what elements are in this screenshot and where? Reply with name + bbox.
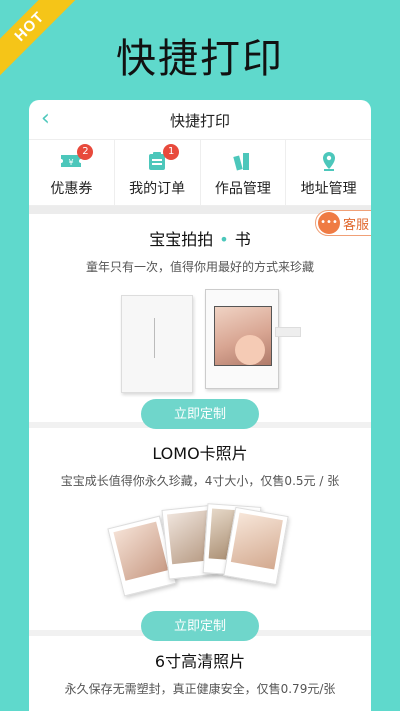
product-6inch: 6寸高清照片 永久保存无需塑封，真正健康安全，仅售0.79元/张: [29, 636, 371, 711]
quick-works[interactable]: 作品管理: [201, 140, 287, 205]
product-title-part: 宝宝拍拍: [149, 230, 214, 249]
chat-icon: •••: [318, 212, 340, 234]
product-description: 童年只有一次，值得你用最好的方式来珍藏: [85, 260, 314, 274]
product-description: 宝宝成长值得你永久珍藏，4寸大小，仅售0.5元 / 张: [60, 474, 340, 488]
location-icon: [322, 152, 335, 171]
orders-badge: 1: [163, 144, 180, 160]
product-lomo: LOMO卡照片 宝宝成长值得你永久珍藏，4寸大小，仅售0.5元 / 张 立即定制: [29, 428, 371, 641]
customer-service-button[interactable]: ••• 客服: [315, 210, 371, 236]
svg-text:¥: ¥: [69, 158, 74, 167]
product-description: 永久保存无需塑封，真正健康安全，仅售0.79元/张: [64, 682, 336, 696]
customize-button[interactable]: 立即定制: [141, 399, 259, 429]
quick-coupon[interactable]: ¥ 2 优惠券: [29, 140, 115, 205]
product-title-part: 书: [234, 230, 251, 249]
navbar: ‹ 快捷打印: [29, 100, 371, 140]
product-baby-book: 宝宝拍拍 • 书 童年只有一次，值得你用最好的方式来珍藏 立即定制: [29, 214, 371, 429]
baby-photo: [214, 306, 272, 366]
product-title: LOMO卡照片: [152, 444, 248, 463]
phone-screen: ‹ 快捷打印 ¥ 2 优惠券 1 我的订单 作品管理 地址管理 宝宝拍拍 • 书…: [29, 100, 371, 711]
lomo-image[interactable]: [29, 499, 371, 611]
quick-actions: ¥ 2 优惠券 1 我的订单 作品管理 地址管理: [29, 140, 371, 206]
book-image[interactable]: [29, 289, 371, 399]
quick-orders[interactable]: 1 我的订单: [115, 140, 201, 205]
page-headline: 快捷打印: [116, 36, 284, 82]
title-dot: •: [219, 230, 229, 249]
quick-works-label: 作品管理: [214, 181, 271, 197]
product-title: 6寸高清照片: [154, 652, 246, 671]
quick-orders-label: 我的订单: [129, 181, 186, 197]
nav-title: 快捷打印: [169, 112, 230, 130]
book-box: [121, 295, 193, 393]
quick-address-label: 地址管理: [300, 181, 357, 197]
quick-address[interactable]: 地址管理: [286, 140, 371, 205]
quick-coupon-label: 优惠券: [50, 181, 93, 197]
book-open: [205, 289, 279, 389]
coupon-badge: 2: [77, 144, 94, 160]
book-ribbon: [275, 327, 301, 337]
lomo-card: [223, 506, 289, 586]
works-icon: [233, 153, 249, 171]
customer-service-label: 客服: [343, 217, 370, 233]
